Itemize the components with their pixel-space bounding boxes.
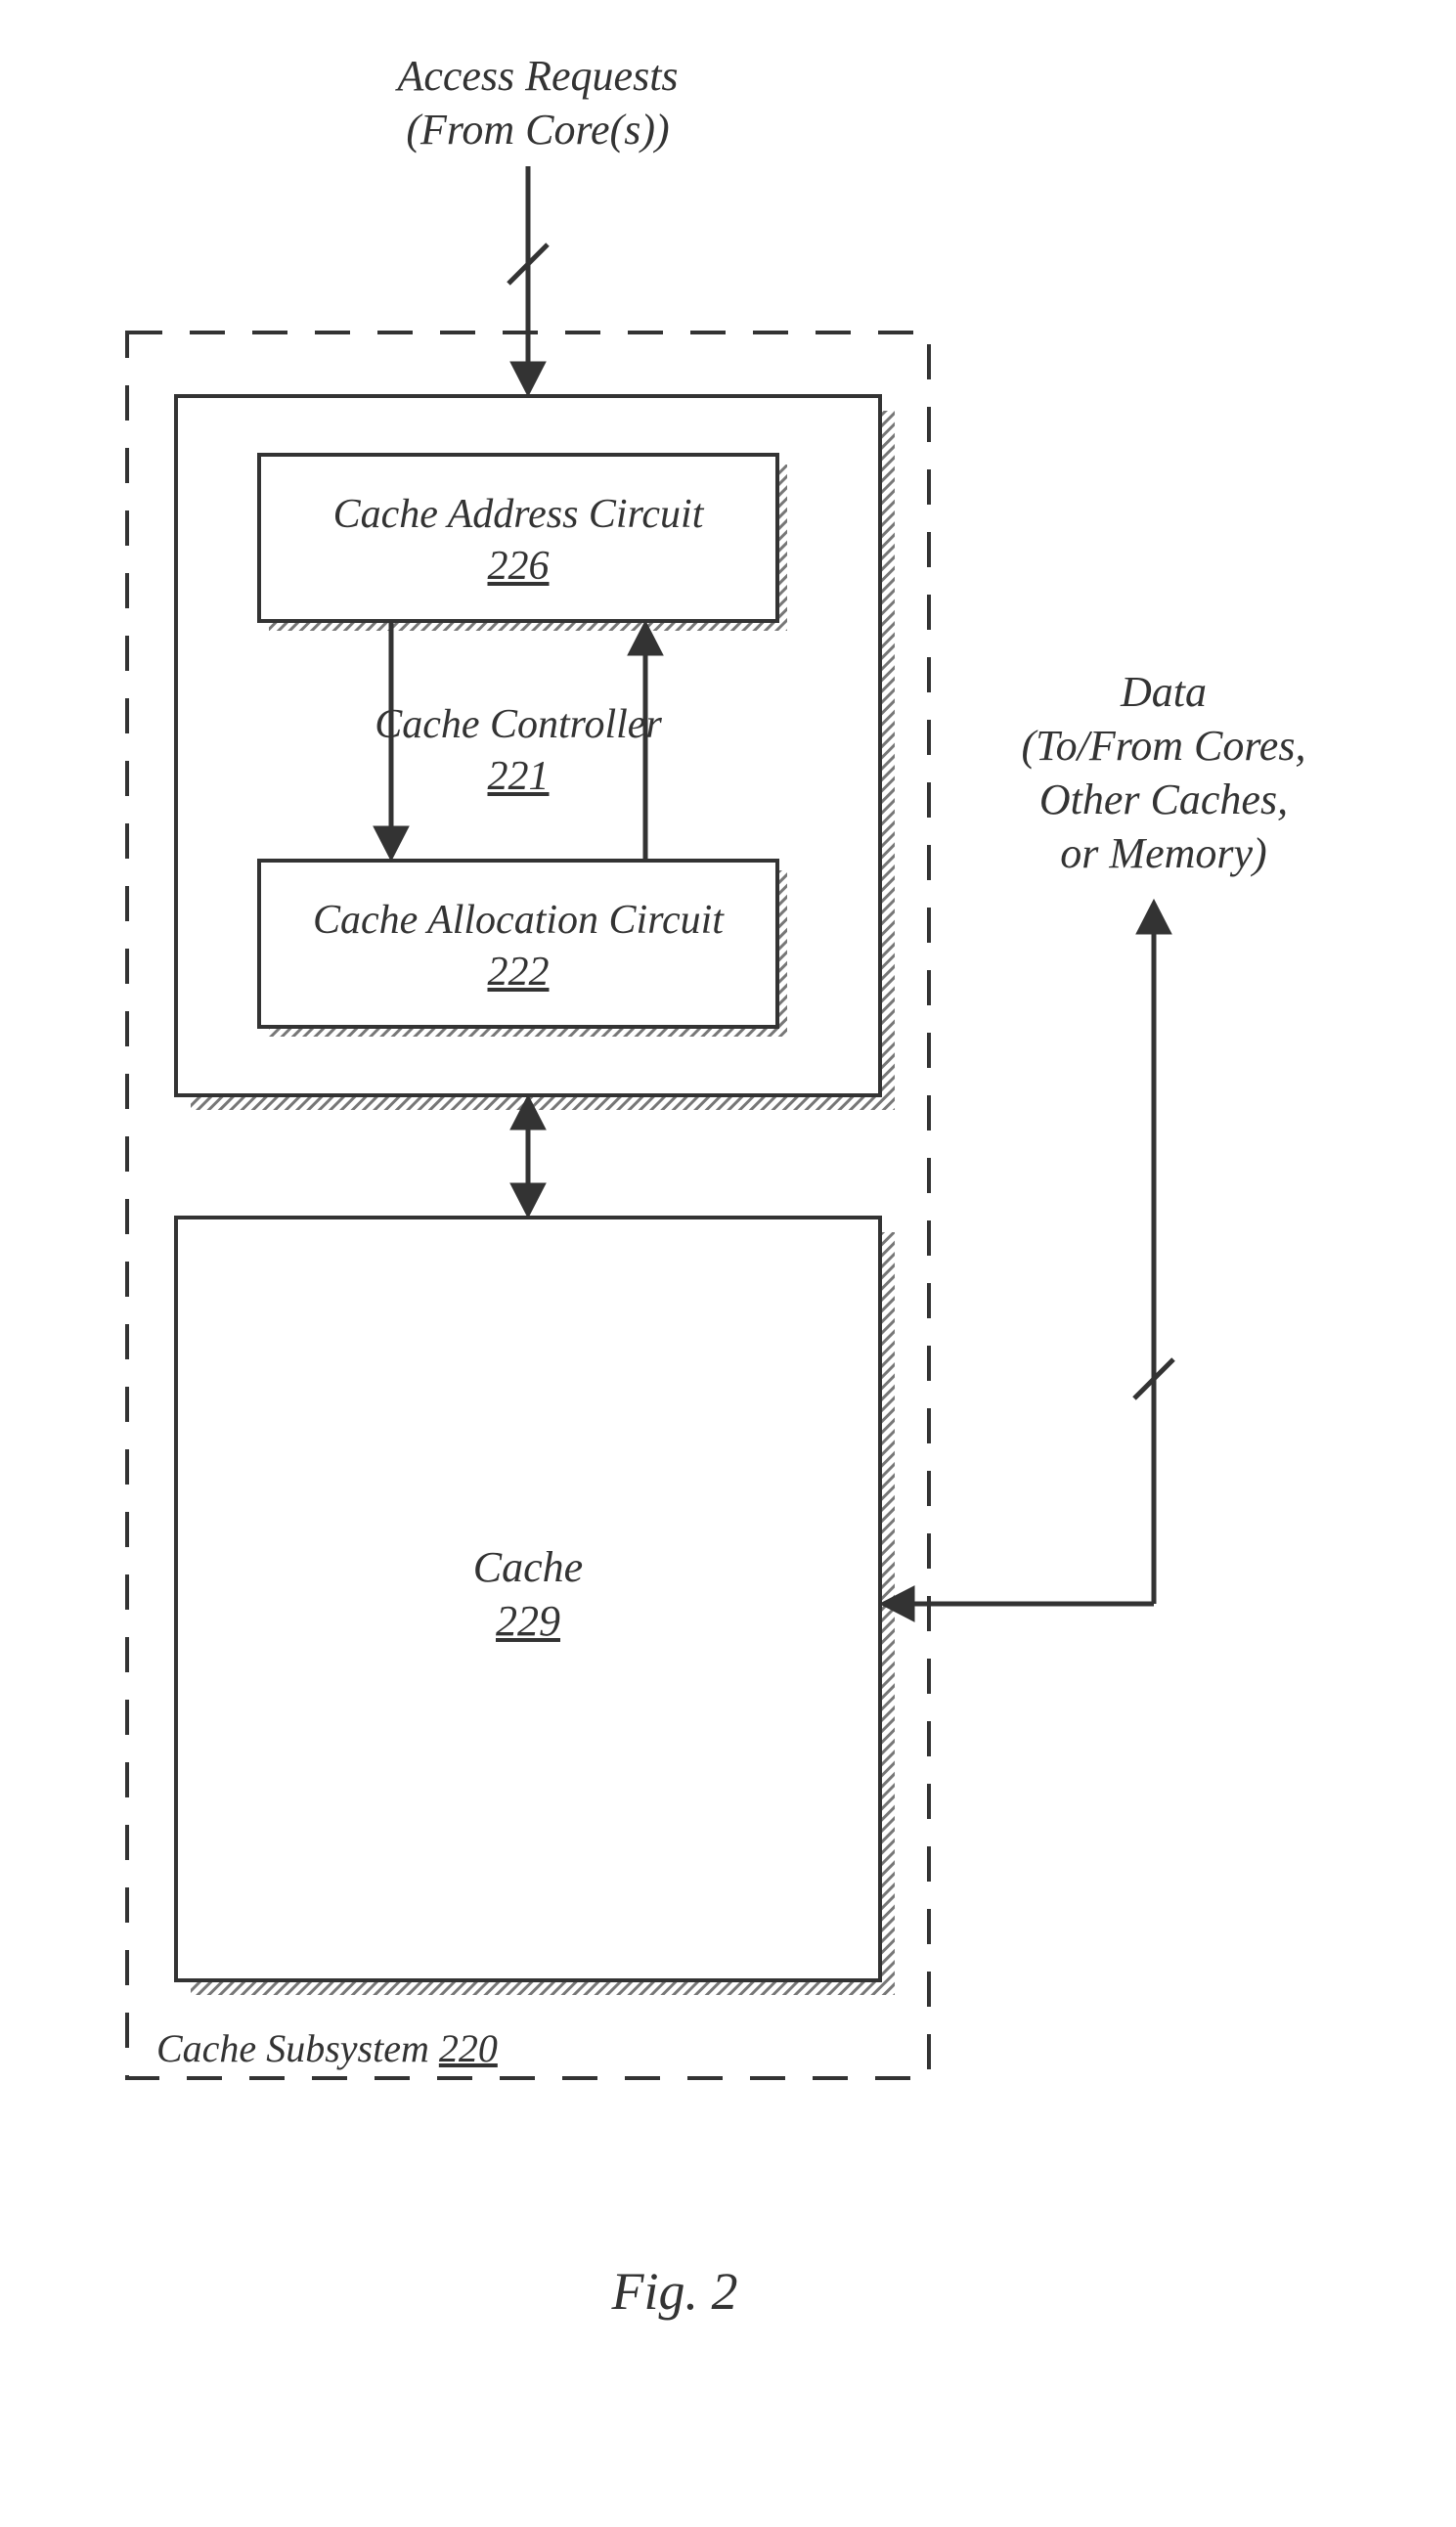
top-label: Access Requests (From Core(s)) <box>342 49 733 156</box>
addr-circuit-ref: 226 <box>488 544 550 589</box>
controller-text: Cache Controller <box>375 702 662 747</box>
cache-label: Cache 229 <box>372 1540 684 1648</box>
cache-ref: 229 <box>496 1597 560 1645</box>
controller-ref: 221 <box>488 754 550 799</box>
addr-circuit-text: Cache Address Circuit <box>333 492 704 537</box>
figure-text: Fig. 2 <box>612 2262 738 2321</box>
arrow-top-in-head <box>510 362 546 396</box>
addr-circuit-label: Cache Address Circuit 226 <box>284 489 753 592</box>
right-label-line1: Data <box>1121 668 1207 716</box>
subsystem-text: Cache Subsystem <box>156 2026 429 2070</box>
arrow-data-v-head <box>1136 900 1171 934</box>
alloc-circuit-text: Cache Allocation Circuit <box>313 898 724 943</box>
subsystem-ref: 220 <box>439 2026 498 2070</box>
diagram-stage: Access Requests (From Core(s)) Data (To/… <box>0 0 1456 2527</box>
top-label-line2: (From Core(s)) <box>406 106 669 154</box>
right-label-line4: or Memory) <box>1060 829 1266 877</box>
diagram-svg <box>0 0 1456 2527</box>
right-label: Data (To/From Cores, Other Caches, or Me… <box>997 665 1330 880</box>
subsystem-label: Cache Subsystem 220 <box>156 2024 645 2073</box>
right-label-line3: Other Caches, <box>1039 776 1288 823</box>
controller-label: Cache Controller 221 <box>293 699 743 802</box>
cache-text: Cache <box>473 1543 583 1591</box>
top-label-line1: Access Requests <box>397 52 678 100</box>
alloc-circuit-ref: 222 <box>488 950 550 995</box>
alloc-circuit-label: Cache Allocation Circuit 222 <box>284 895 753 998</box>
arrow-ctrl-cache-head-down <box>510 1183 546 1218</box>
right-label-line2: (To/From Cores, <box>1022 722 1306 770</box>
figure-label: Fig. 2 <box>548 2259 802 2326</box>
